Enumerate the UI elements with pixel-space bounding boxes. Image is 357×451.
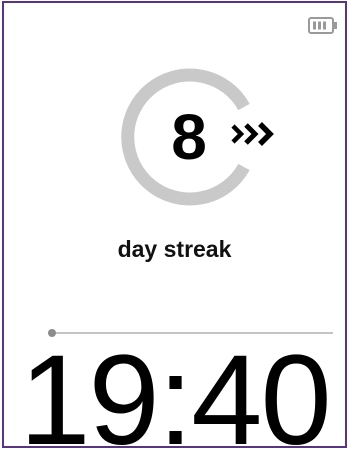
streak-count: 8 [171, 101, 207, 173]
watch-screen: 8 day streak 19:40 [2, 1, 347, 448]
chevron-triple-right-icon [229, 117, 279, 151]
streak-label: day streak [117, 236, 232, 262]
battery-icon [308, 16, 338, 35]
clock-time: 19:40 [19, 329, 331, 448]
